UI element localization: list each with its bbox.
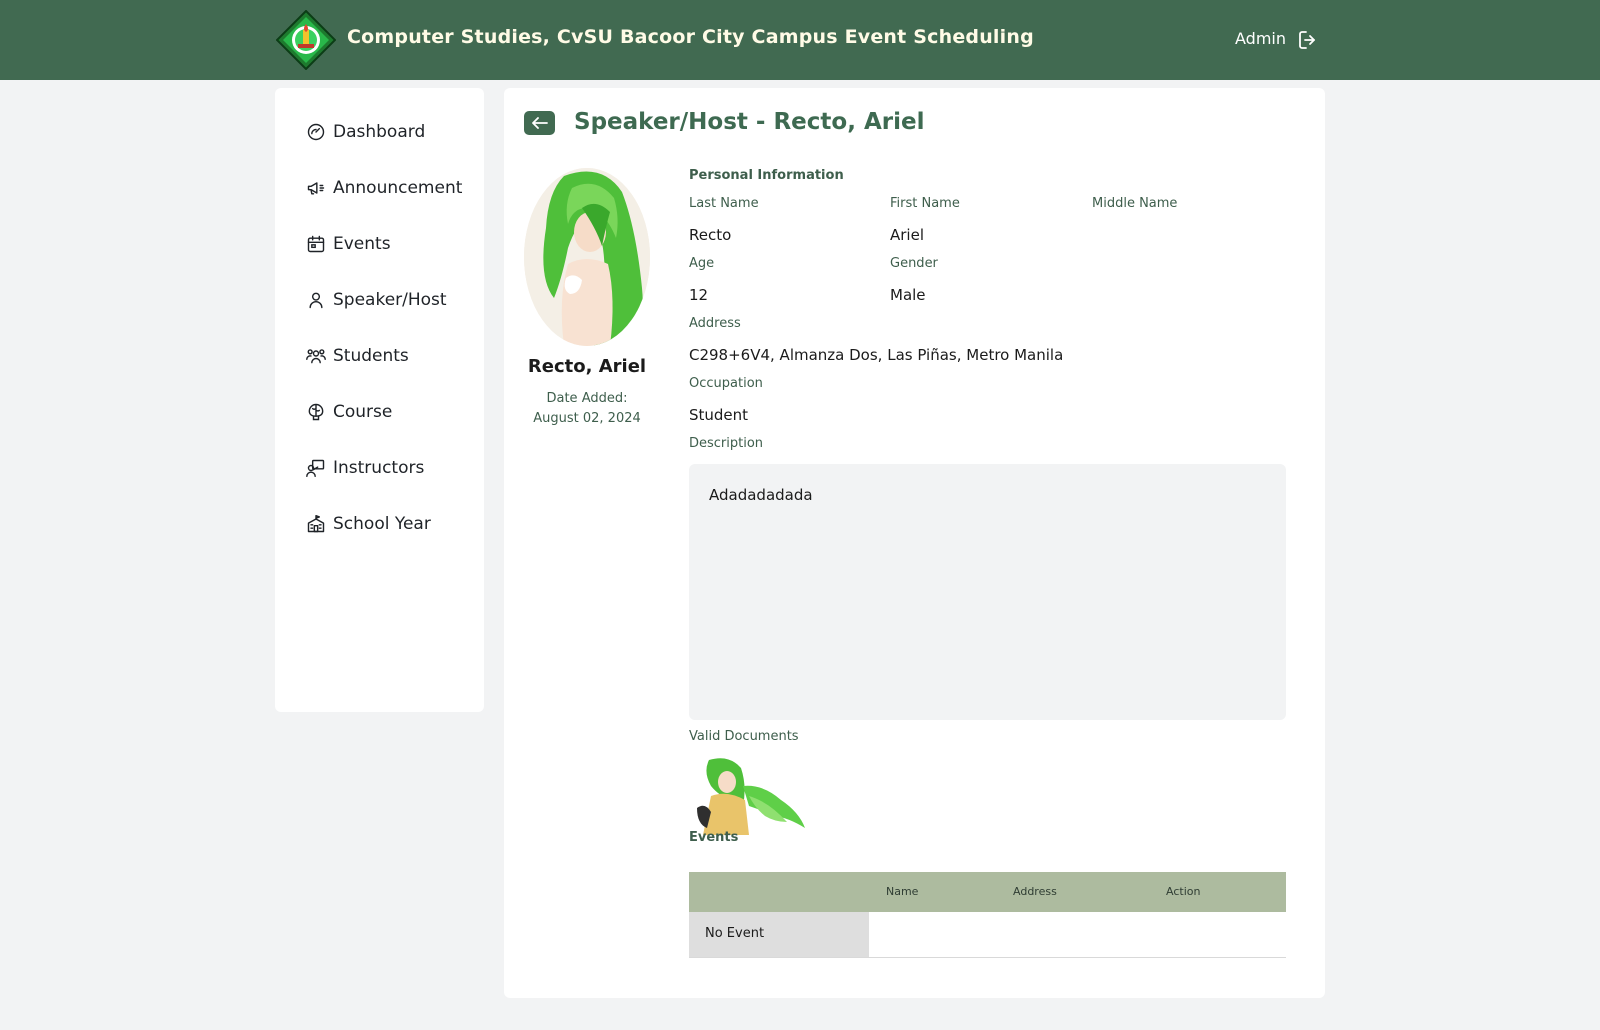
occupation-value: Student — [689, 406, 749, 424]
calendar-icon — [307, 235, 325, 253]
sidebar-item-instructors[interactable]: Instructors — [275, 440, 484, 496]
gender-label: Gender — [890, 256, 938, 271]
events-heading: Events — [689, 830, 739, 845]
column-header-address[interactable]: Address — [1013, 885, 1057, 898]
sidebar-item-label: Dashboard — [333, 122, 426, 142]
sidebar-item-announcement[interactable]: Announcement — [275, 160, 484, 216]
users-icon — [306, 349, 326, 364]
description-box: Adadadadada — [689, 464, 1286, 720]
valid-document-thumbnail[interactable] — [689, 756, 807, 835]
sidebar-item-school-year[interactable]: School Year — [275, 496, 484, 552]
empty-table-message: No Event — [689, 912, 869, 957]
sidebar: Dashboard Announcement Events Speaker/Ho… — [275, 88, 484, 712]
date-added-label: Date Added: — [546, 391, 628, 406]
main-panel: Speaker/Host - Recto, Ariel Recto, Ariel… — [504, 88, 1325, 998]
sidebar-item-label: Students — [333, 346, 409, 366]
occupation-label: Occupation — [689, 376, 763, 391]
description-label: Description — [689, 436, 764, 451]
sidebar-item-label: Announcement — [333, 178, 463, 198]
first-name-value: Ariel — [890, 226, 924, 244]
profile-photo — [524, 168, 650, 346]
user-icon — [309, 292, 323, 309]
column-header-action[interactable]: Action — [1166, 885, 1200, 898]
table-header: Name Address Action — [689, 872, 1286, 912]
megaphone-icon — [307, 182, 325, 195]
top-bar: Computer Studies, CvSU Bacoor City Campu… — [0, 0, 1600, 80]
age-value: 12 — [689, 286, 709, 304]
brain-icon — [308, 403, 324, 421]
presenter-icon — [306, 459, 325, 478]
gender-value: Male — [890, 286, 926, 304]
events-table: Name Address Action No Event — [689, 872, 1286, 958]
profile-name: Recto, Ariel — [527, 356, 647, 377]
sidebar-item-label: School Year — [333, 514, 431, 534]
date-added-value: August 02, 2024 — [533, 411, 641, 426]
back-button[interactable] — [524, 111, 555, 135]
sidebar-item-label: Events — [333, 234, 391, 254]
table-row: No Event — [689, 912, 1286, 958]
valid-documents-label: Valid Documents — [689, 729, 799, 744]
sidebar-item-dashboard[interactable]: Dashboard — [275, 104, 484, 160]
last-name-value: Recto — [689, 226, 732, 244]
first-name-label: First Name — [890, 196, 960, 211]
address-label: Address — [689, 316, 741, 331]
sidebar-item-label: Speaker/Host — [333, 290, 447, 310]
middle-name-label: Middle Name — [1092, 196, 1178, 211]
university-seal-logo — [276, 10, 336, 70]
age-label: Age — [689, 256, 715, 271]
sidebar-item-events[interactable]: Events — [275, 216, 484, 272]
sidebar-item-course[interactable]: Course — [275, 384, 484, 440]
sidebar-item-students[interactable]: Students — [275, 328, 484, 384]
school-icon — [307, 514, 325, 533]
address-value: C298+6V4, Almanza Dos, Las Piñas, Metro … — [689, 346, 1064, 364]
sidebar-item-label: Course — [333, 402, 393, 422]
last-name-label: Last Name — [689, 196, 759, 211]
page-title: Speaker/Host - Recto, Ariel — [574, 109, 925, 135]
personal-info-heading: Personal Information — [689, 168, 844, 183]
sidebar-item-label: Instructors — [333, 458, 425, 478]
logout-icon[interactable] — [1296, 28, 1320, 52]
gauge-icon — [307, 123, 325, 141]
column-header-name[interactable]: Name — [886, 885, 918, 898]
app-title: Computer Studies, CvSU Bacoor City Campu… — [347, 26, 1034, 48]
sidebar-item-speaker-host[interactable]: Speaker/Host — [275, 272, 484, 328]
user-name[interactable]: Admin — [1235, 29, 1286, 48]
arrow-left-icon — [531, 117, 548, 129]
